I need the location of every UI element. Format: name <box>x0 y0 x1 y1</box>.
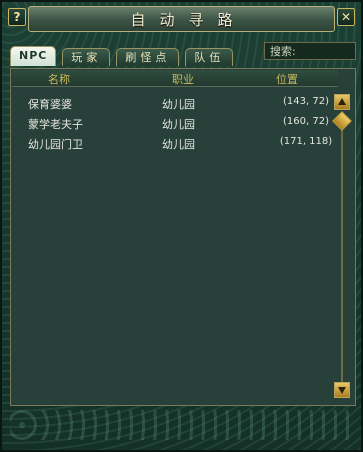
column-headers: 名称 职业 位置 <box>12 70 338 87</box>
scroll-thumb[interactable] <box>332 111 352 131</box>
help-button[interactable]: ? <box>8 8 26 26</box>
row-job: 幼儿园 <box>162 118 195 131</box>
tab-players[interactable]: 玩家 <box>62 48 111 66</box>
row-name: 蒙学老夫子 <box>28 118 83 131</box>
arrow-down-icon[interactable] <box>334 382 350 398</box>
auto-pathfinding-window: 自动寻路 ? ✕ NPC 玩家 刷怪点 队伍 名称 职业 位置 保育婆婆 幼儿园… <box>0 0 363 452</box>
row-job: 幼儿园 <box>162 98 195 111</box>
row-name: 幼儿园门卫 <box>28 138 83 151</box>
scrollbar[interactable] <box>332 94 352 400</box>
tab-spawn-points[interactable]: 刷怪点 <box>116 48 180 66</box>
row-job: 幼儿园 <box>162 138 195 151</box>
window-title: 自动寻路 <box>130 10 247 29</box>
column-header-position[interactable]: 位置 <box>276 71 298 87</box>
column-header-job[interactable]: 职业 <box>172 71 194 87</box>
row-name: 保育婆婆 <box>28 98 72 111</box>
bottom-ornament <box>10 410 353 440</box>
tab-bar: NPC 玩家 刷怪点 队伍 <box>10 46 239 68</box>
close-button[interactable]: ✕ <box>337 8 355 26</box>
table-row[interactable]: 保育婆婆 幼儿园 (143, 72) <box>14 94 334 114</box>
table-row[interactable]: 幼儿园门卫 幼儿园 (171, 118) <box>14 134 334 154</box>
column-header-name[interactable]: 名称 <box>48 71 70 87</box>
npc-list: 保育婆婆 幼儿园 (143, 72) 蒙学老夫子 幼儿园 (160, 72) 幼… <box>14 94 334 154</box>
search-input[interactable] <box>264 42 356 60</box>
scroll-track[interactable] <box>341 130 343 382</box>
title-bar[interactable]: 自动寻路 <box>28 6 335 32</box>
arrow-up-icon[interactable] <box>334 94 350 110</box>
table-row[interactable]: 蒙学老夫子 幼儿园 (160, 72) <box>14 114 334 134</box>
tab-npc[interactable]: NPC <box>10 46 57 66</box>
tab-team[interactable]: 队伍 <box>185 48 234 66</box>
